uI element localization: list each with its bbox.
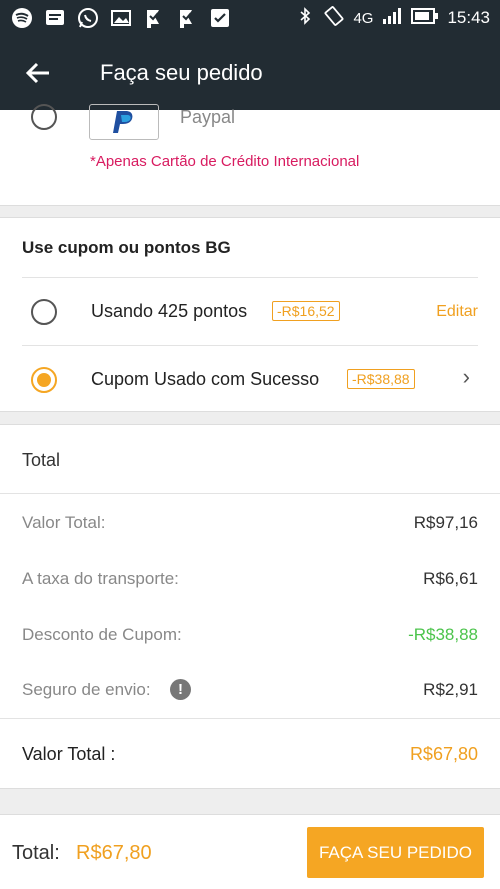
system-status: 4G 15:43 <box>295 5 490 31</box>
paypal-label: Paypal <box>180 107 236 127</box>
paypal-logo <box>89 104 159 140</box>
divider <box>22 345 478 346</box>
coupon-discount-label: Desconto de Cupom: <box>22 625 182 644</box>
flag-icon <box>175 7 198 30</box>
info-icon[interactable]: ! <box>170 679 191 700</box>
bottom-total-value: R$67,80 <box>76 842 152 864</box>
bluetooth-icon <box>295 6 315 30</box>
notification-icons <box>10 7 231 30</box>
edit-points-link[interactable]: Editar <box>436 303 478 321</box>
points-label[interactable]: Usando 425 pontos <box>91 301 247 322</box>
flag-icon <box>142 7 165 30</box>
subtotal-label: Valor Total: <box>22 513 106 532</box>
bottom-total-label: Total: <box>12 842 60 864</box>
back-button[interactable] <box>0 36 76 110</box>
network-type: 4G <box>353 9 374 27</box>
divider <box>22 277 478 278</box>
grand-total-value: R$67,80 <box>409 744 478 764</box>
shipping-value: R$6,61 <box>423 569 478 588</box>
coupon-label[interactable]: Cupom Usado com Sucesso <box>91 369 319 390</box>
clock: 15:43 <box>447 8 490 27</box>
totals-card <box>0 424 500 789</box>
totals-header: Total <box>22 450 61 470</box>
gallery-icon <box>109 7 132 30</box>
whatsapp-icon <box>76 7 99 30</box>
place-order-button[interactable]: FAÇA SEU PEDIDO <box>307 827 484 878</box>
payment-note: *Apenas Cartão de Crédito Internacional <box>90 153 360 170</box>
coupon-section-title: Use cupom ou pontos BG <box>22 238 231 257</box>
app-bar: Faça seu pedido <box>0 36 500 110</box>
page-title: Faça seu pedido <box>100 60 263 85</box>
paypal-radio[interactable] <box>31 104 57 130</box>
coupon-discount-value: -R$38,88 <box>408 625 478 644</box>
vibrate-icon <box>323 5 345 31</box>
subtotal-value: R$97,16 <box>413 513 478 532</box>
coupon-discount-badge: -R$38,88 <box>347 369 415 389</box>
points-discount-badge: -R$16,52 <box>272 301 340 321</box>
points-radio[interactable] <box>31 299 57 325</box>
message-icon <box>43 7 66 30</box>
arrow-left-icon <box>25 62 49 84</box>
chevron-right-icon[interactable]: › <box>463 364 470 390</box>
coupon-radio[interactable] <box>31 367 57 393</box>
divider <box>0 718 500 719</box>
insurance-value: R$2,91 <box>423 680 478 699</box>
spotify-icon <box>10 7 33 30</box>
signal-icon <box>381 7 403 29</box>
insurance-label: Seguro de envio: <box>22 680 151 699</box>
divider <box>0 493 500 494</box>
shipping-label: A taxa do transporte: <box>22 569 179 588</box>
check-icon <box>208 7 231 30</box>
battery-icon <box>411 8 439 28</box>
status-bar: 4G 15:43 <box>0 0 500 36</box>
grand-total-label: Valor Total : <box>22 744 116 764</box>
